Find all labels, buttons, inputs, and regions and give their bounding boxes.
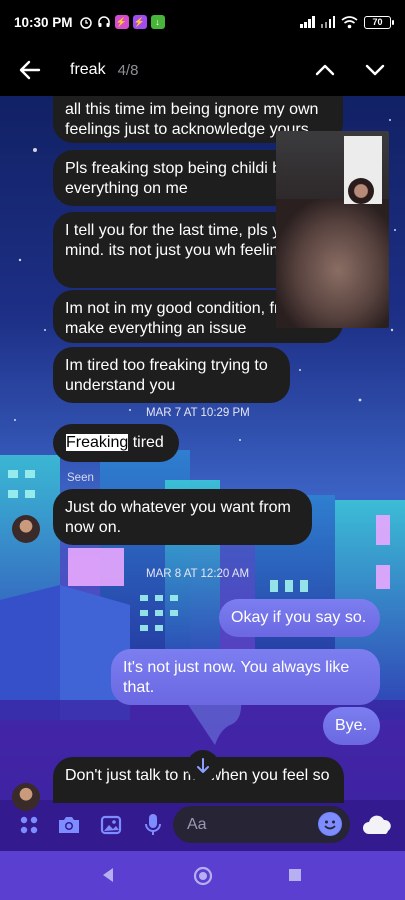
signal-icon bbox=[320, 16, 335, 28]
status-time: 10:30 PM bbox=[14, 14, 73, 30]
search-highlight: Freaking bbox=[66, 434, 129, 451]
circle-home-icon bbox=[193, 866, 213, 886]
headphones-icon bbox=[97, 16, 110, 27]
battery-level: 70 bbox=[372, 17, 383, 27]
triangle-back-icon bbox=[103, 868, 113, 882]
timestamp: MAR 7 AT 10:29 PM bbox=[146, 407, 250, 419]
back-button[interactable] bbox=[15, 55, 45, 85]
arrow-down-icon bbox=[197, 758, 209, 773]
chevron-down-icon bbox=[365, 64, 385, 76]
image-icon bbox=[100, 815, 122, 835]
messenger-icon: ⚡ bbox=[132, 15, 147, 29]
camera-icon bbox=[59, 817, 79, 833]
search-header: freak 4/8 bbox=[0, 44, 405, 96]
back-arrow-icon bbox=[19, 60, 41, 80]
grid-dots-icon bbox=[20, 816, 38, 834]
sent-message-bubble[interactable]: Bye. bbox=[323, 707, 380, 745]
more-actions-button[interactable] bbox=[16, 812, 42, 838]
previous-result-button[interactable] bbox=[310, 55, 340, 85]
message-text: Bye. bbox=[335, 717, 368, 734]
system-nav-bar bbox=[0, 851, 405, 900]
square-recents-icon bbox=[289, 869, 301, 881]
message-bubble[interactable]: Freaking tired bbox=[53, 424, 179, 462]
nav-back-button[interactable] bbox=[101, 867, 115, 888]
remote-video bbox=[276, 199, 389, 328]
signal-icon bbox=[300, 16, 315, 28]
quick-reaction-button[interactable] bbox=[361, 810, 395, 840]
next-result-button[interactable] bbox=[360, 55, 390, 85]
avatar[interactable] bbox=[12, 515, 40, 543]
search-result-count: 4/8 bbox=[117, 61, 139, 79]
message-input-box[interactable] bbox=[173, 806, 350, 843]
sent-message-bubble[interactable]: Okay if you say so. bbox=[219, 599, 380, 637]
video-call-overlay[interactable] bbox=[276, 131, 389, 328]
sent-message-bubble[interactable]: It's not just now. You always like that. bbox=[111, 649, 380, 705]
battery-icon: 70 bbox=[364, 15, 394, 29]
message-text: Just do whatever you want from now on. bbox=[65, 499, 291, 536]
timestamp: MAR 8 AT 12:20 AM bbox=[146, 568, 250, 580]
wifi-icon bbox=[341, 15, 358, 28]
message-text: I tell you for the last time, pls your m… bbox=[65, 222, 304, 259]
cloud-icon bbox=[363, 815, 391, 834]
emoji-button[interactable] bbox=[318, 812, 342, 836]
alarm-icon bbox=[79, 17, 92, 29]
nav-home-button[interactable] bbox=[193, 866, 213, 891]
chevron-up-icon bbox=[315, 64, 335, 76]
message-bubble[interactable]: Just do whatever you want from now on. bbox=[53, 489, 312, 545]
scroll-to-bottom-button[interactable] bbox=[187, 750, 219, 782]
self-video-preview[interactable] bbox=[344, 136, 382, 204]
message-bubble[interactable]: Im tired too freaking trying to understa… bbox=[53, 347, 290, 403]
status-bar: 10:30 PM ⚡ ⚡ ↓ 70 bbox=[0, 0, 405, 44]
search-query[interactable]: freak bbox=[70, 61, 106, 79]
microphone-icon bbox=[145, 814, 161, 835]
message-text: Im tired too freaking trying to understa… bbox=[65, 357, 268, 394]
camera-button[interactable] bbox=[56, 812, 82, 838]
message-text: Okay if you say so. bbox=[231, 609, 367, 626]
gallery-button[interactable] bbox=[98, 812, 124, 838]
message-composer bbox=[0, 806, 405, 844]
emoji-icon bbox=[319, 813, 341, 835]
message-text: tired bbox=[128, 434, 164, 451]
download-icon: ↓ bbox=[150, 15, 165, 29]
seen-label: Seen bbox=[67, 472, 94, 484]
message-text: It's not just now. You always like that. bbox=[123, 659, 350, 696]
message-input[interactable] bbox=[185, 814, 309, 835]
self-face bbox=[348, 178, 374, 204]
voice-button[interactable] bbox=[140, 812, 166, 838]
messenger-icon: ⚡ bbox=[114, 15, 129, 29]
nav-recents-button[interactable] bbox=[288, 868, 302, 887]
